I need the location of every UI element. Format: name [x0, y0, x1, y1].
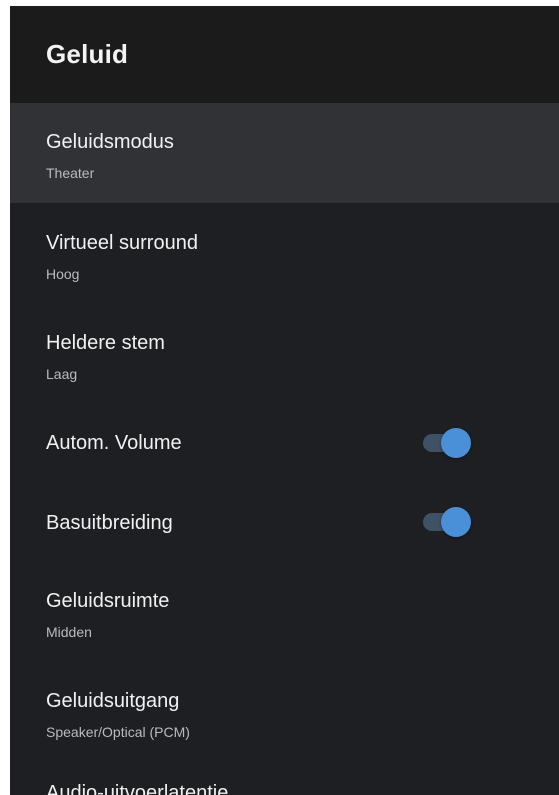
autom-volume-toggle[interactable]: [423, 428, 473, 458]
setting-title: Basuitbreiding: [46, 512, 173, 534]
page-title: Geluid: [46, 39, 129, 69]
setting-geluidsmodus[interactable]: Geluidsmodus Theater: [10, 103, 559, 203]
setting-basuitbreiding[interactable]: Basuitbreiding: [10, 483, 559, 563]
setting-value: Laag: [46, 366, 78, 382]
setting-geluidsuitgang[interactable]: Geluidsuitgang Speaker/Optical (PCM): [10, 663, 559, 763]
setting-geluidsruimte[interactable]: Geluidsruimte Midden: [10, 563, 559, 663]
setting-virtueel-surround[interactable]: Virtueel surround Hoog: [10, 203, 559, 303]
toggle-thumb: [441, 507, 471, 537]
setting-title: Geluidsmodus: [46, 131, 174, 153]
setting-title: Geluidsruimte: [46, 590, 170, 612]
setting-value: Speaker/Optical (PCM): [46, 724, 190, 740]
setting-autom-volume[interactable]: Autom. Volume: [10, 403, 559, 483]
setting-audio-uitvoerlatentie[interactable]: Audio-uitvoerlatentie: [10, 763, 559, 795]
setting-title: Geluidsuitgang: [46, 690, 180, 712]
setting-value: Theater: [46, 165, 95, 181]
setting-title: Virtueel surround: [46, 232, 198, 254]
sound-settings-panel: Geluid Geluidsmodus Theater Virtueel sur…: [10, 6, 559, 795]
setting-title: Heldere stem: [46, 332, 165, 354]
setting-value: Midden: [46, 624, 92, 640]
basuitbreiding-toggle[interactable]: [423, 507, 473, 537]
setting-title: Autom. Volume: [46, 432, 182, 454]
setting-value: Hoog: [46, 266, 80, 282]
setting-heldere-stem[interactable]: Heldere stem Laag: [10, 303, 559, 403]
setting-title: Audio-uitvoerlatentie: [46, 782, 229, 795]
toggle-thumb: [441, 428, 471, 458]
settings-header: Geluid: [10, 6, 559, 103]
